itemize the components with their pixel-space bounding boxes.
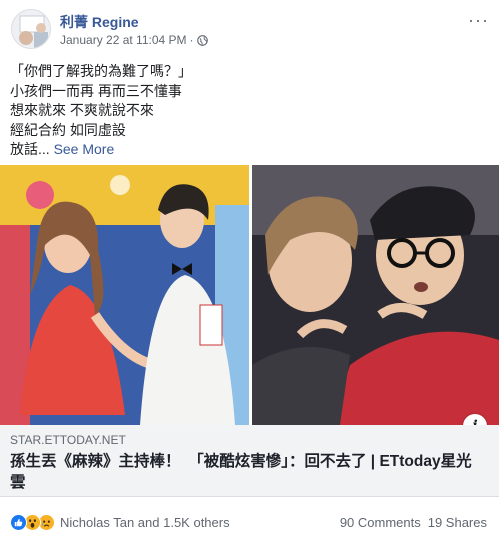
like-icon <box>10 514 27 531</box>
globe-icon[interactable] <box>196 34 208 46</box>
author-name[interactable]: 利菁 Regine <box>60 12 139 32</box>
post-message: 「你們了解我的為難了嗎？」 小孩們一而再 再而三不懂事 想來就來 不爽就說不來 … <box>10 62 490 160</box>
post-text-line: 想來就來 不爽就說不來 <box>10 102 154 118</box>
link-headline[interactable]: 孫生丟《麻辣》主持棒！ 「被酷炫害慘」：回不去了 | ETtoday星光雲 <box>10 451 485 493</box>
engagement-stats: 90 Comments 19 Shares <box>340 515 487 530</box>
post-meta: January 22 at 11:04 PM · <box>60 33 208 47</box>
post-timestamp[interactable]: January 22 at 11:04 PM <box>60 33 187 47</box>
post-text-line: 「你們了解我的為難了嗎？」 <box>10 63 192 79</box>
post-text-line: 小孩們一而再 再而三不懂事 <box>10 82 182 99</box>
post-text-line-truncated: 放話... See More <box>10 140 490 160</box>
truncated-text: 放話... <box>10 141 50 157</box>
link-preview-box[interactable]: STAR.ETTODAY.NET 孫生丟《麻辣》主持棒！ 「被酷炫害慘」：回不去… <box>0 425 499 497</box>
link-domain: STAR.ETTODAY.NET <box>10 433 126 447</box>
post-footer: Nicholas Tan and 1.5K others 90 Comments… <box>0 497 499 542</box>
comments-count[interactable]: 90 Comments <box>340 515 421 530</box>
ellipsis-icon[interactable]: ··· <box>468 10 489 31</box>
author-avatar[interactable] <box>11 9 51 49</box>
facebook-post: 利菁 Regine January 22 at 11:04 PM · ··· 「… <box>0 0 499 542</box>
post-text-line: 經紀合約 如同虛設 <box>10 121 126 138</box>
link-preview-image[interactable] <box>0 165 499 425</box>
reactors-text[interactable]: Nicholas Tan and 1.5K others <box>60 515 230 530</box>
shares-count[interactable]: 19 Shares <box>428 515 487 530</box>
separator-dot: · <box>189 33 194 47</box>
reactions-summary[interactable]: Nicholas Tan and 1.5K others <box>10 514 230 531</box>
see-more-link[interactable]: See More <box>54 141 115 157</box>
